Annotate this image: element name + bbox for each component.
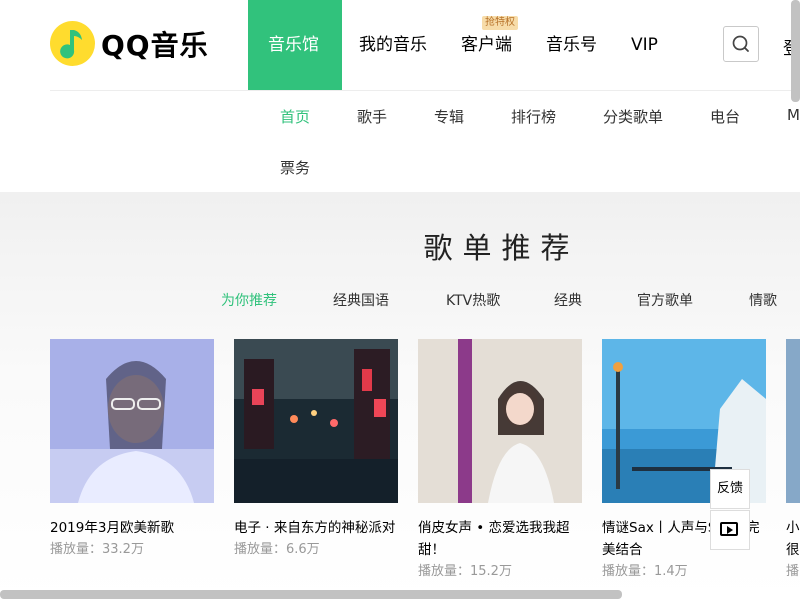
tab-recommended[interactable]: 为你推荐 (221, 290, 277, 310)
tab-love-songs[interactable]: 情歌 (749, 290, 777, 310)
playlist-card[interactable]: 电子 · 来自东方的神秘派对 播放量：6.6万 (234, 339, 398, 561)
playlist-cover[interactable] (50, 339, 214, 503)
search-icon (732, 35, 749, 52)
tab-classic-mandarin[interactable]: 经典国语 (333, 290, 389, 310)
playlist-plays: 播放量：33.2万 (50, 542, 144, 557)
search-button[interactable] (723, 26, 759, 62)
playlist-section-title: 歌单推荐 (423, 231, 580, 265)
horizontal-scrollbar[interactable] (0, 590, 622, 599)
sub-nav: 首页 歌手 专辑 排行榜 分类歌单 电台 M 票务 (280, 91, 800, 192)
playlist-title[interactable]: 俏皮女声 • 恋爱选我我超甜！ (418, 517, 582, 561)
playlist-cover[interactable] (234, 339, 398, 503)
play-box-icon (720, 522, 738, 536)
tab-ktv-hits[interactable]: KTV热歌 (446, 290, 500, 310)
nav-vip[interactable]: VIP (614, 0, 675, 90)
subnav-home[interactable]: 首页 (280, 106, 310, 127)
subnav-tickets[interactable]: 票务 (280, 157, 310, 178)
playlist-card[interactable]: 俏皮女声 • 恋爱选我我超甜！ 播放量：15.2万 (418, 339, 582, 583)
subnav-mv[interactable]: M (787, 106, 800, 124)
privilege-badge: 抢特权 (482, 16, 518, 30)
playlist-title[interactable]: 小很 (786, 517, 800, 561)
site-header: QQ音乐 音乐馆 我的音乐 客户端 抢特权 音乐号 VIP 登 首页 歌手 专辑… (0, 0, 800, 192)
subnav-singers[interactable]: 歌手 (357, 106, 387, 127)
subnav-albums[interactable]: 专辑 (434, 106, 464, 127)
playlist-plays: 播放量：6.6万 (234, 542, 320, 557)
playlist-title[interactable]: 电子 · 来自东方的神秘派对 (234, 517, 398, 539)
nav-my-music[interactable]: 我的音乐 (342, 0, 444, 90)
playlist-plays: 播 (786, 564, 800, 579)
main-nav: 音乐馆 我的音乐 客户端 抢特权 音乐号 VIP (248, 0, 675, 90)
playlist-tabs: 为你推荐 经典国语 KTV热歌 经典 官方歌单 情歌 (0, 290, 800, 310)
playlist-cover[interactable] (786, 339, 800, 503)
player-button[interactable] (710, 510, 750, 550)
tab-official[interactable]: 官方歌单 (637, 290, 693, 310)
tab-classics[interactable]: 经典 (554, 290, 582, 310)
music-note-logo-icon (50, 21, 95, 66)
nav-client-label: 客户端 (461, 35, 512, 55)
playlist-card[interactable]: 小很 播 (786, 339, 800, 583)
brand-logo[interactable]: QQ音乐 (50, 21, 209, 66)
playlist-plays: 播放量：1.4万 (602, 564, 688, 579)
nav-client[interactable]: 客户端 抢特权 (444, 0, 529, 90)
feedback-button[interactable]: 反馈 (710, 469, 750, 509)
subnav-charts[interactable]: 排行榜 (511, 106, 556, 127)
subnav-radio[interactable]: 电台 (710, 106, 740, 127)
brand-name: QQ音乐 (101, 28, 209, 62)
vertical-scrollbar[interactable] (791, 0, 800, 102)
subnav-categories[interactable]: 分类歌单 (603, 106, 663, 127)
playlist-cover[interactable] (418, 339, 582, 503)
playlist-plays: 播放量：15.2万 (418, 564, 512, 579)
nav-music-account[interactable]: 音乐号 (529, 0, 614, 90)
playlist-title[interactable]: 2019年3月欧美新歌 (50, 517, 214, 539)
nav-music-hall[interactable]: 音乐馆 (248, 0, 342, 90)
playlist-card[interactable]: 2019年3月欧美新歌 播放量：33.2万 (50, 339, 214, 561)
